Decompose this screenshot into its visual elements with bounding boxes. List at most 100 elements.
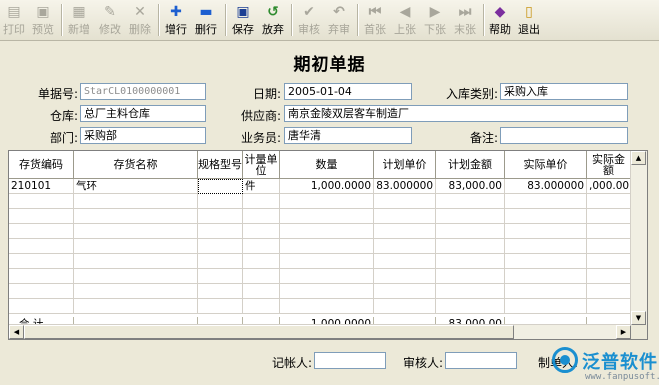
empty-cell[interactable] xyxy=(587,254,631,269)
empty-cell[interactable] xyxy=(436,224,505,239)
in-type-field[interactable]: 采购入库 xyxy=(500,83,628,100)
empty-cell[interactable] xyxy=(587,194,631,209)
dept-field[interactable]: 采购部 xyxy=(80,127,206,144)
empty-cell[interactable] xyxy=(374,284,436,299)
empty-cell[interactable] xyxy=(436,299,505,314)
cell-qty[interactable]: 1,000.0000 xyxy=(280,179,374,194)
scroll-down-arrow-icon[interactable]: ▼ xyxy=(631,311,646,325)
scroll-left-arrow-icon[interactable]: ◀ xyxy=(9,325,24,339)
prev-record-button[interactable]: ◀ 上张 xyxy=(392,2,418,38)
help-button[interactable]: ◆ 帮助 xyxy=(487,2,513,38)
column-header[interactable]: 计划单价 xyxy=(374,151,436,179)
empty-cell[interactable] xyxy=(280,269,374,284)
empty-cell[interactable] xyxy=(243,224,280,239)
cell-spec[interactable] xyxy=(198,179,243,194)
empty-cell[interactable] xyxy=(243,284,280,299)
empty-cell[interactable] xyxy=(280,239,374,254)
horizontal-scroll-thumb[interactable] xyxy=(24,325,514,339)
empty-cell[interactable] xyxy=(9,284,74,299)
empty-cell[interactable] xyxy=(587,209,631,224)
edit-button[interactable]: ✎ 修改 xyxy=(97,2,123,38)
cell-plan-amount[interactable]: 83,000.00 xyxy=(436,179,505,194)
empty-cell[interactable] xyxy=(505,269,587,284)
scroll-right-arrow-icon[interactable]: ▶ xyxy=(616,325,631,339)
empty-cell[interactable] xyxy=(505,239,587,254)
empty-cell[interactable] xyxy=(74,254,198,269)
empty-cell[interactable] xyxy=(74,269,198,284)
empty-cell[interactable] xyxy=(243,254,280,269)
empty-cell[interactable] xyxy=(198,269,243,284)
empty-cell[interactable] xyxy=(587,284,631,299)
cell-unit[interactable]: 件 xyxy=(243,179,280,194)
empty-cell[interactable] xyxy=(436,194,505,209)
empty-cell[interactable] xyxy=(9,239,74,254)
empty-cell[interactable] xyxy=(74,194,198,209)
empty-cell[interactable] xyxy=(198,239,243,254)
empty-cell[interactable] xyxy=(505,224,587,239)
empty-cell[interactable] xyxy=(9,269,74,284)
empty-cell[interactable] xyxy=(198,299,243,314)
empty-cell[interactable] xyxy=(374,194,436,209)
vertical-scrollbar[interactable]: ▲ ▼ xyxy=(630,151,647,325)
empty-cell[interactable] xyxy=(587,269,631,284)
exit-button[interactable]: ▯ 退出 xyxy=(516,2,542,38)
empty-cell[interactable] xyxy=(280,299,374,314)
empty-cell[interactable] xyxy=(243,299,280,314)
column-header[interactable]: 实际金额 xyxy=(587,151,631,179)
first-record-button[interactable]: ⏮ 首张 xyxy=(362,2,388,38)
date-field[interactable]: 2005-01-04 xyxy=(284,83,412,100)
empty-cell[interactable] xyxy=(243,209,280,224)
empty-cell[interactable] xyxy=(436,269,505,284)
empty-cell[interactable] xyxy=(374,254,436,269)
empty-cell[interactable] xyxy=(198,254,243,269)
empty-cell[interactable] xyxy=(280,284,374,299)
empty-cell[interactable] xyxy=(436,239,505,254)
empty-cell[interactable] xyxy=(74,299,198,314)
empty-cell[interactable] xyxy=(243,194,280,209)
empty-cell[interactable] xyxy=(505,209,587,224)
bookkeeper-field[interactable] xyxy=(314,352,386,369)
next-record-button[interactable]: ▶ 下张 xyxy=(422,2,448,38)
empty-cell[interactable] xyxy=(505,194,587,209)
cell-actual-amount[interactable]: ,000.00 xyxy=(587,179,631,194)
empty-cell[interactable] xyxy=(436,209,505,224)
empty-cell[interactable] xyxy=(587,299,631,314)
empty-cell[interactable] xyxy=(74,239,198,254)
empty-cell[interactable] xyxy=(9,224,74,239)
empty-cell[interactable] xyxy=(9,254,74,269)
empty-cell[interactable] xyxy=(587,224,631,239)
preview-button[interactable]: ▣ 预览 xyxy=(30,2,56,38)
empty-cell[interactable] xyxy=(198,284,243,299)
empty-cell[interactable] xyxy=(587,239,631,254)
cell-name[interactable]: 气环 xyxy=(74,179,198,194)
empty-cell[interactable] xyxy=(74,224,198,239)
empty-cell[interactable] xyxy=(243,239,280,254)
empty-cell[interactable] xyxy=(198,194,243,209)
unapprove-button[interactable]: ↶ 弃审 xyxy=(326,2,352,38)
save-button[interactable]: ▣ 保存 xyxy=(230,2,256,38)
column-header[interactable]: 计划金额 xyxy=(436,151,505,179)
horizontal-scrollbar[interactable]: ◀ ▶ xyxy=(9,324,631,339)
empty-cell[interactable] xyxy=(374,224,436,239)
clerk-field[interactable]: 唐华清 xyxy=(284,127,412,144)
empty-cell[interactable] xyxy=(9,194,74,209)
empty-cell[interactable] xyxy=(280,224,374,239)
approve-button[interactable]: ✔ 审核 xyxy=(296,2,322,38)
add-button[interactable]: ▦ 新增 xyxy=(66,2,92,38)
add-row-button[interactable]: ✚ 增行 xyxy=(163,2,189,38)
cell-plan-price[interactable]: 83.000000 xyxy=(374,179,436,194)
empty-cell[interactable] xyxy=(374,299,436,314)
warehouse-field[interactable]: 总厂主料仓库 xyxy=(80,105,206,122)
empty-cell[interactable] xyxy=(280,254,374,269)
empty-cell[interactable] xyxy=(374,239,436,254)
supplier-field[interactable]: 南京金陵双层客车制造厂 xyxy=(284,105,628,122)
column-header[interactable]: 数量 xyxy=(280,151,374,179)
delete-row-button[interactable]: ▬ 删行 xyxy=(193,2,219,38)
column-header[interactable]: 存货名称 xyxy=(74,151,198,179)
discard-button[interactable]: ↺ 放弃 xyxy=(260,2,286,38)
doc-no-field[interactable]: StarCL0100000001 xyxy=(80,83,206,100)
empty-cell[interactable] xyxy=(280,194,374,209)
column-header[interactable]: 实际单价 xyxy=(505,151,587,179)
cell-actual-price[interactable]: 83.000000 xyxy=(505,179,587,194)
empty-cell[interactable] xyxy=(280,209,374,224)
